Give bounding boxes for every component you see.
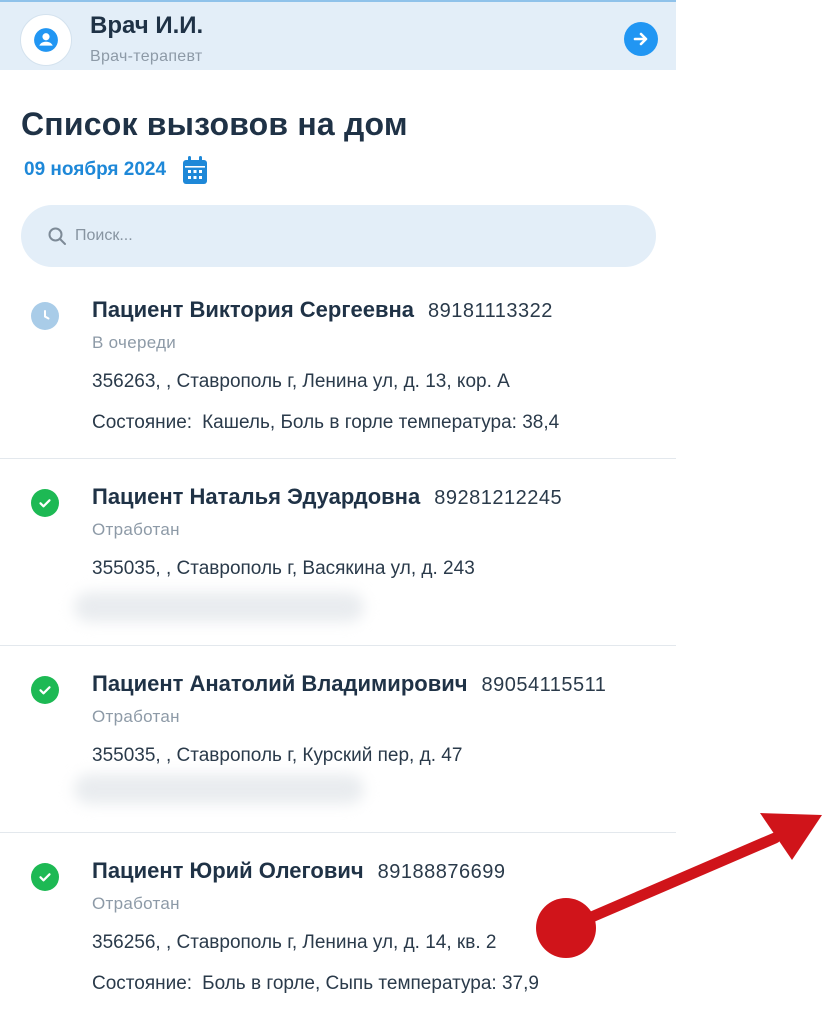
home-visits-app: Врач И.И. Врач-терапевт Список вызовов н…: [0, 0, 676, 1020]
patient-condition: Состояние: Боль в горле, Сыпь температура…: [92, 973, 539, 995]
patient-name: Пациент Анатолий Владимирович: [92, 671, 468, 696]
patient-address: 356263, , Ставрополь г, Ленина ул, д. 13…: [92, 371, 510, 392]
patient-status: Отработан: [92, 520, 180, 539]
patient-status: Отработан: [92, 707, 180, 726]
user-name: Врач И.И.: [90, 12, 204, 39]
patient-name: Пациент Юрий Олегович: [92, 858, 364, 883]
calendar-icon[interactable]: [182, 155, 208, 185]
search-input[interactable]: Поиск...: [21, 205, 656, 267]
condition-label: Состояние:: [92, 412, 193, 433]
condition-label: Состояние:: [92, 973, 193, 994]
arrow-right-circle-icon: [631, 29, 651, 49]
date-selector: 09 ноября 2024: [24, 155, 208, 185]
patient-card[interactable]: Пациент Анатолий Владимирович 89054115511…: [0, 646, 676, 833]
search-icon: [47, 226, 67, 246]
redacted-content: [74, 592, 364, 622]
selected-date[interactable]: 09 ноября 2024: [24, 159, 166, 181]
patient-address: 355035, , Ставрополь г, Васякина ул, д. …: [92, 558, 475, 579]
patient-phone[interactable]: 89054115511: [482, 674, 607, 696]
patient-condition: Состояние: Кашель, Боль в горле температу…: [92, 412, 559, 434]
user-role: Врач-терапевт: [90, 48, 203, 65]
redacted-content: [74, 774, 364, 804]
patient-name-row: Пациент Анатолий Владимирович 89054115511: [92, 671, 606, 697]
check-circle-icon: [31, 863, 59, 891]
user-avatar[interactable]: [20, 14, 72, 66]
patient-name-row: Пациент Юрий Олегович 89188876699: [92, 858, 506, 884]
patient-phone[interactable]: 89181113322: [428, 300, 553, 322]
patient-name-row: Пациент Виктория Сергеевна 89181113322: [92, 297, 553, 323]
logout-button[interactable]: [624, 22, 658, 56]
check-circle-icon: [31, 676, 59, 704]
patient-status: В очереди: [92, 333, 177, 352]
check-circle-icon: [31, 489, 59, 517]
patient-phone[interactable]: 89281212245: [434, 487, 562, 509]
search-placeholder: Поиск...: [75, 227, 133, 244]
patient-address: 356256, , Ставрополь г, Ленина ул, д. 14…: [92, 932, 497, 953]
patient-card[interactable]: Пациент Наталья Эдуардовна 89281212245 От…: [0, 459, 676, 646]
patient-card[interactable]: Пациент Юрий Олегович 89188876699 Отработ…: [0, 833, 676, 1020]
patient-phone[interactable]: 89188876699: [378, 861, 506, 883]
user-icon: [33, 27, 59, 53]
patient-name: Пациент Наталья Эдуардовна: [92, 484, 421, 509]
patient-status: Отработан: [92, 894, 180, 913]
clock-icon: [31, 302, 59, 330]
condition-text: Боль в горле, Сыпь температура: 37,9: [202, 973, 539, 994]
patient-card[interactable]: Пациент Виктория Сергеевна 89181113322 В …: [0, 285, 676, 459]
condition-text: Кашель, Боль в горле температура: 38,4: [202, 412, 560, 433]
patient-name: Пациент Виктория Сергеевна: [92, 297, 415, 322]
user-header: Врач И.И. Врач-терапевт: [0, 0, 676, 70]
patient-address: 355035, , Ставрополь г, Курский пер, д. …: [92, 745, 463, 766]
patient-name-row: Пациент Наталья Эдуардовна 89281212245: [92, 484, 562, 510]
page-title: Список вызовов на дом: [21, 106, 408, 142]
